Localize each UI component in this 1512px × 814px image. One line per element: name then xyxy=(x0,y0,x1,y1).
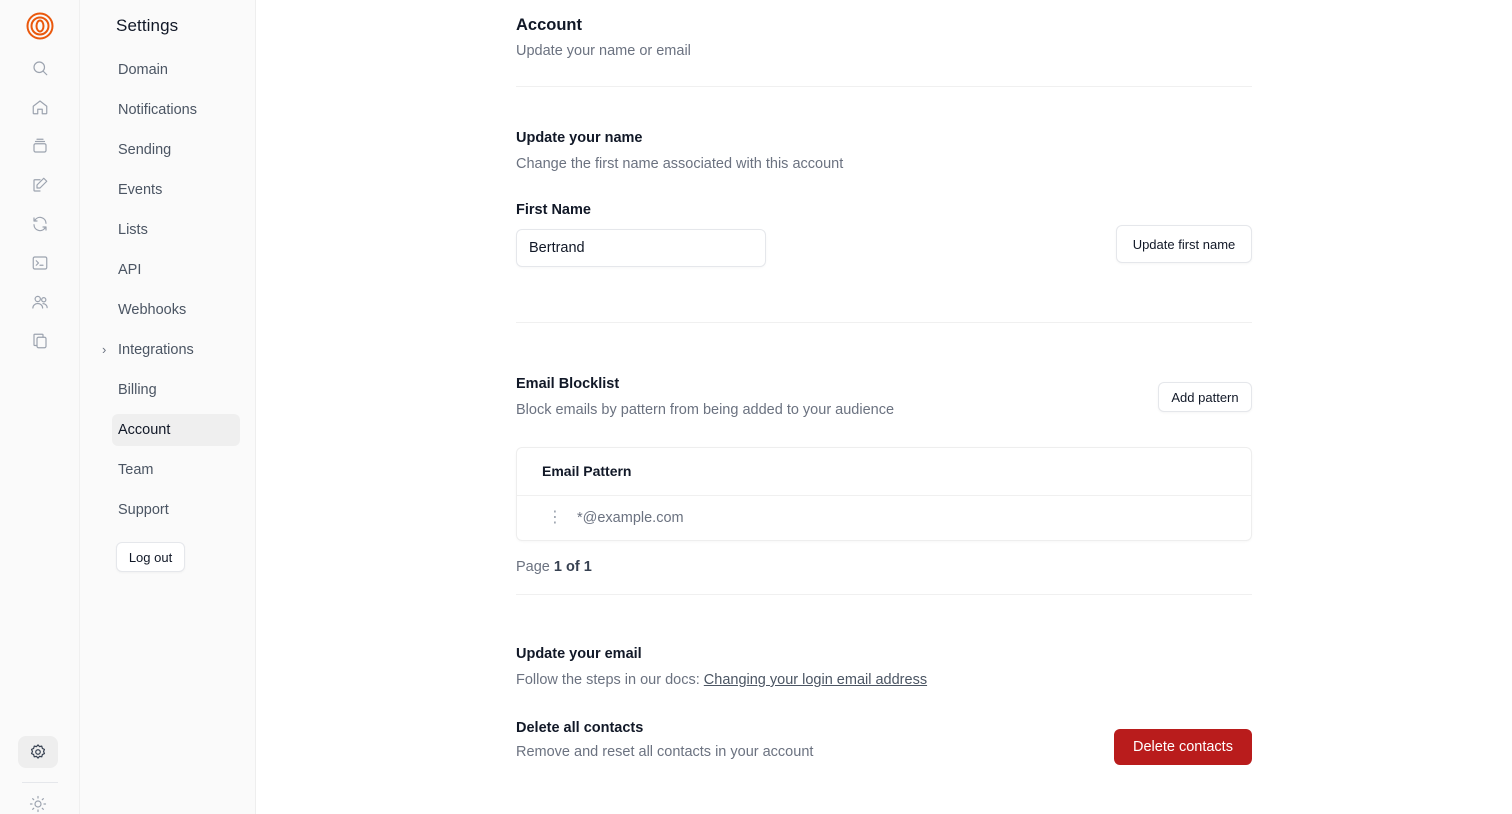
rail-divider xyxy=(22,782,58,783)
blocklist-description: Block emails by pattern from being added… xyxy=(516,402,895,418)
copy-icon[interactable] xyxy=(20,325,60,357)
table-header: Email Pattern xyxy=(517,448,1251,496)
table-cell-pattern: *@example.com xyxy=(577,510,684,526)
update-email-title: Update your email xyxy=(516,646,642,662)
sidebar-item-integrations[interactable]: Integrations xyxy=(112,334,240,366)
sun-icon[interactable] xyxy=(18,788,58,814)
sidebar-item-sending[interactable]: Sending xyxy=(112,134,240,166)
users-icon[interactable] xyxy=(20,286,60,318)
delete-contacts-title: Delete all contacts xyxy=(516,720,644,736)
section-divider xyxy=(516,86,1252,87)
delete-contacts-button[interactable]: Delete contacts xyxy=(1114,729,1252,765)
first-name-label: First Name xyxy=(516,202,591,218)
sidebar-item-support[interactable]: Support xyxy=(112,494,240,526)
sidebar-item-api[interactable]: API xyxy=(112,254,240,286)
pagination-prefix: Page xyxy=(516,559,550,575)
chevron-right-icon[interactable]: › xyxy=(102,342,106,357)
logo-icon[interactable] xyxy=(26,12,54,40)
sidebar-item-domain[interactable]: Domain xyxy=(112,54,240,86)
inbox-icon[interactable] xyxy=(20,130,60,162)
sidebar-item-billing[interactable]: Billing xyxy=(112,374,240,406)
settings-icon[interactable] xyxy=(18,736,58,768)
compose-icon[interactable] xyxy=(20,169,60,201)
sidebar-item-lists[interactable]: Lists xyxy=(112,214,240,246)
settings-title: Settings xyxy=(116,16,179,35)
update-email-description: Follow the steps in our docs: Changing y… xyxy=(516,672,927,688)
section-divider xyxy=(516,322,1252,323)
change-email-docs-link[interactable]: Changing your login email address xyxy=(704,672,927,688)
update-first-name-button[interactable]: Update first name xyxy=(1116,225,1252,263)
pagination: Page 1 of 1 xyxy=(516,559,592,575)
search-icon[interactable] xyxy=(20,52,60,84)
update-name-description: Change the first name associated with th… xyxy=(516,156,844,172)
first-name-input[interactable] xyxy=(516,229,766,267)
settings-sidebar: Settings Domain Notifications Sending Ev… xyxy=(80,0,256,814)
pagination-value: 1 of 1 xyxy=(553,559,592,575)
page-title: Account xyxy=(516,16,582,34)
terminal-icon[interactable] xyxy=(20,247,60,279)
home-icon[interactable] xyxy=(20,91,60,123)
add-pattern-button[interactable]: Add pattern xyxy=(1158,382,1252,412)
sidebar-item-team[interactable]: Team xyxy=(112,454,240,486)
refresh-icon[interactable] xyxy=(20,208,60,240)
blocklist-table: Email Pattern ⋮ *@example.com xyxy=(516,447,1252,541)
update-name-title: Update your name xyxy=(516,130,643,146)
row-menu-icon[interactable]: ⋮ xyxy=(547,510,563,526)
icon-rail xyxy=(0,0,80,814)
section-divider xyxy=(516,594,1252,595)
page-subtitle: Update your name or email xyxy=(516,43,691,59)
logout-button[interactable]: Log out xyxy=(116,542,185,572)
column-header-email-pattern: Email Pattern xyxy=(542,463,632,479)
update-email-prefix: Follow the steps in our docs: xyxy=(516,672,700,688)
sidebar-item-events[interactable]: Events xyxy=(112,174,240,206)
sidebar-item-webhooks[interactable]: Webhooks xyxy=(112,294,240,326)
delete-contacts-description: Remove and reset all contacts in your ac… xyxy=(516,744,814,760)
sidebar-item-account[interactable]: Account xyxy=(112,414,240,446)
sidebar-item-notifications[interactable]: Notifications xyxy=(112,94,240,126)
blocklist-title: Email Blocklist xyxy=(516,376,620,392)
